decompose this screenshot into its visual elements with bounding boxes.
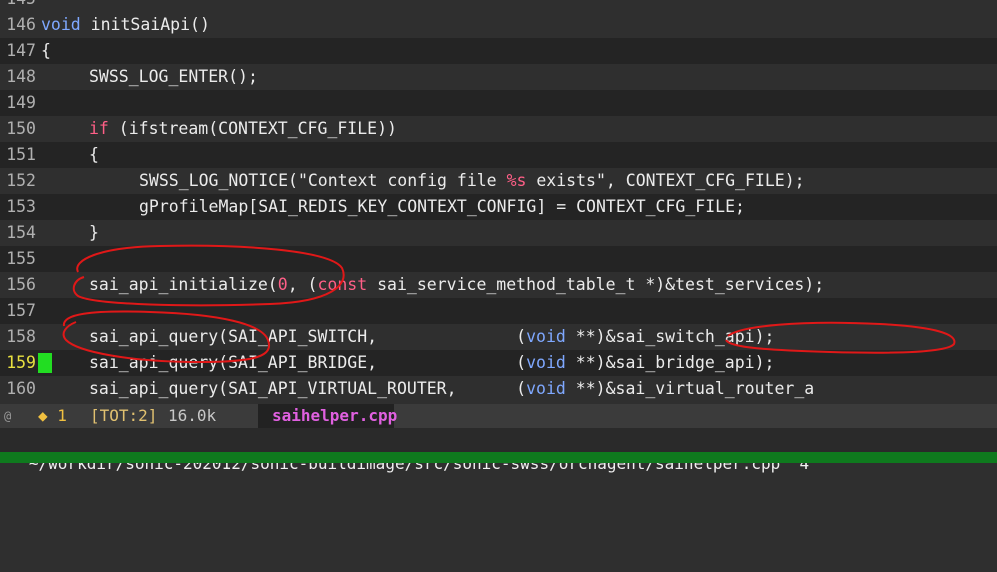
code-text: sai_api_query(SAI_API_SWITCH, (void **)&… [89,324,774,350]
line-number: 157 [6,301,36,320]
tag-badge: [TOT:2] [90,406,158,425]
literal-token: 0 [277,275,288,294]
code-line[interactable]: 160 sai_api_query(SAI_API_VIRTUAL_ROUTER,… [0,376,997,402]
keyword-token: const [317,275,368,294]
line-number: 151 [6,145,36,164]
code-token: initSaiApi() [80,15,210,34]
code-token: { [41,41,51,60]
code-text: sai_api_initialize(0, (const sai_service… [89,272,824,298]
code-text: sai_api_query(SAI_API_BRIDGE, (void **)&… [89,350,774,376]
code-line[interactable]: 152 SWSS_LOG_NOTICE("Context config file … [0,168,997,194]
terminal-bottom-bar [0,452,997,463]
code-line-partial: 145 [0,0,997,12]
code-line[interactable]: 155 [0,246,997,272]
line-number: 158 [6,327,36,346]
code-line[interactable]: 146 void initSaiApi() [0,12,997,38]
code-token: } [89,223,99,242]
type-token: void [526,327,566,346]
code-token: sai_service_method_table_t *)&test_servi… [367,275,825,294]
line-number: 150 [6,119,36,138]
line-number: 154 [6,223,36,242]
type-token: void [41,15,81,34]
line-number: 155 [6,249,36,268]
code-line[interactable]: 157 [0,298,997,324]
line-number: 149 [6,93,36,112]
code-line[interactable]: 153 gProfileMap[SAI_REDIS_KEY_CONTEXT_CON… [0,194,997,220]
type-token: void [526,379,566,398]
code-editor[interactable]: 145 146 void initSaiApi() 147 {148 SWSS_LOG_… [0,0,997,404]
code-line[interactable]: 151 { [0,142,997,168]
code-token: sai_api_query(SAI_API_SWITCH, ( [89,327,527,346]
code-text: } [89,220,99,246]
code-text: { [41,38,51,64]
code-line[interactable]: 154} [0,220,997,246]
code-token: gProfileMap[SAI_REDIS_KEY_CONTEXT_CONFIG… [139,197,745,216]
code-token: sai_api_query(SAI_API_BRIDGE, ( [89,353,527,372]
code-token: SWSS_LOG_ENTER(); [89,67,258,86]
line-number: 148 [6,67,36,86]
code-token: **)&sai_switch_api); [565,327,775,346]
code-text: SWSS_LOG_NOTICE("Context config file %s … [139,168,805,194]
code-text: if (ifstream(CONTEXT_CFG_FILE)) [89,116,397,142]
buffer-marker: ◆ 1 [38,406,67,425]
status-line: @ ◆ 1 [TOT:2] 16.0k saihelper.cpp [0,404,997,428]
type-token: void [526,353,566,372]
line-number: 156 [6,275,36,294]
code-line[interactable]: 156 sai_api_initialize(0, (const sai_serv… [0,272,997,298]
code-line[interactable]: 147 { [0,38,997,64]
code-token: sai_api_initialize( [89,275,278,294]
line-number: 160 [6,379,36,398]
file-size: 16.0k [168,406,217,425]
literal-token: %s [506,171,527,190]
code-text: SWSS_LOG_ENTER(); [89,64,258,90]
line-number: 145 [0,0,36,12]
code-text: gProfileMap[SAI_REDIS_KEY_CONTEXT_CONFIG… [139,194,745,220]
code-text: { [89,142,99,168]
code-token: exists", CONTEXT_CFG_FILE); [526,171,805,190]
code-token: SWSS_LOG_NOTICE("Context config file [139,171,507,190]
line-number: 147 [6,41,36,60]
mode-icon: @ [4,409,12,423]
line-number: 146 [6,15,36,34]
file-name: saihelper.cpp [272,406,398,425]
code-line[interactable]: 158 sai_api_query(SAI_API_SWITCH, (void *… [0,324,997,350]
code-text: sai_api_query(SAI_API_VIRTUAL_ROUTER, (v… [89,376,814,402]
code-line[interactable]: 159 sai_api_query(SAI_API_BRIDGE, (void *… [0,350,997,376]
code-line[interactable]: 148 SWSS_LOG_ENTER(); [0,64,997,90]
code-token: { [89,145,99,164]
code-token: **)&sai_virtual_router_a [565,379,815,398]
code-line[interactable]: 150 if (ifstream(CONTEXT_CFG_FILE)) [0,116,997,142]
code-token: **)&sai_bridge_api); [565,353,775,372]
line-number: 152 [6,171,36,190]
line-number: 153 [6,197,36,216]
command-line[interactable]: "~/workdir/sonic-202012/sonic-buildimage… [0,428,997,473]
code-token: , ( [287,275,318,294]
line-number: 159 [6,353,36,372]
code-line[interactable]: 149 [0,90,997,116]
code-token: (ifstream(CONTEXT_CFG_FILE)) [108,119,397,138]
keyword-token: if [89,119,109,138]
code-token: sai_api_query(SAI_API_VIRTUAL_ROUTER, ( [89,379,527,398]
code-text: void initSaiApi() [41,12,210,38]
git-added-sign [38,353,52,373]
